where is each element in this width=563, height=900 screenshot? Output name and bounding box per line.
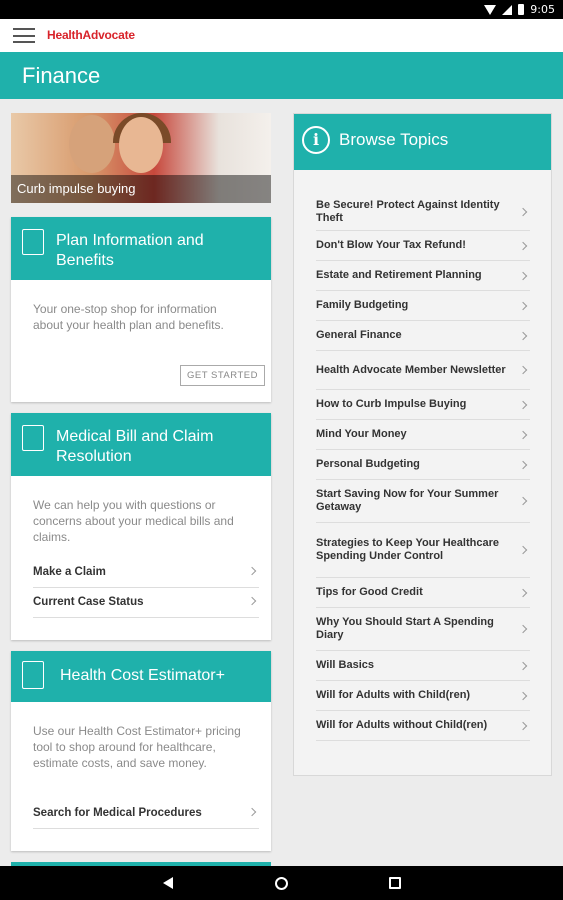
topic-item[interactable]: Will for Adults with Child(ren)	[316, 681, 530, 711]
cost-estimator-title: Health Cost Estimator+	[60, 667, 225, 684]
topic-list: Be Secure! Protect Against Identity Thef…	[316, 194, 530, 741]
chevron-right-icon	[518, 400, 528, 409]
topic-item[interactable]: Strategies to Keep Your Healthcare Spend…	[316, 523, 530, 578]
cost-estimator-card-header[interactable]: Health Cost Estimator+	[11, 651, 271, 702]
info-icon: i	[302, 126, 330, 154]
hero-image-person	[119, 117, 163, 173]
topic-item[interactable]: Estate and Retirement Planning	[316, 261, 530, 291]
current-case-status-label: Current Case Status	[33, 596, 144, 608]
topic-label: Don't Blow Your Tax Refund!	[316, 239, 466, 251]
system-nav-bar	[0, 866, 563, 900]
chevron-right-icon	[518, 661, 528, 670]
make-claim-link[interactable]: Make a Claim	[33, 558, 259, 588]
chevron-right-icon	[518, 331, 528, 340]
chevron-right-icon	[518, 430, 528, 439]
chevron-right-icon	[518, 207, 528, 217]
document-icon	[22, 229, 44, 255]
page-title: Finance	[22, 63, 101, 88]
topic-label: Why You Should Start A Spending Diary	[316, 616, 494, 641]
topic-label: Tips for Good Credit	[316, 586, 423, 598]
menu-icon[interactable]	[13, 28, 35, 43]
chevron-right-icon	[518, 624, 528, 634]
search-procedures-label: Search for Medical Procedures	[33, 807, 202, 819]
chevron-right-icon	[247, 807, 257, 817]
hero-caption: Curb impulse buying	[11, 175, 271, 203]
topic-item[interactable]: Start Saving Now for Your Summer Getaway	[316, 480, 530, 523]
topic-label: Strategies to Keep Your Healthcare Spend…	[316, 537, 499, 562]
current-case-status-link[interactable]: Current Case Status	[33, 588, 259, 618]
status-time: 9:05	[530, 3, 555, 16]
medical-bill-card: Medical Bill and Claim Resolution We can…	[11, 413, 271, 640]
medical-bill-title: Medical Bill and Claim Resolution	[56, 428, 214, 465]
topic-label: Start Saving Now for Your Summer Getaway	[316, 488, 499, 513]
topic-label: Mind Your Money	[316, 428, 407, 440]
battery-icon	[518, 4, 525, 15]
bill-icon	[22, 425, 44, 451]
browse-topics-header: i Browse Topics	[294, 114, 551, 170]
topic-item[interactable]: Health Advocate Member Newsletter	[316, 351, 530, 390]
plan-info-card: Plan Information and Benefits Your one-s…	[11, 217, 271, 402]
topic-item[interactable]: Will Basics	[316, 651, 530, 681]
topic-item[interactable]: Will for Adults without Child(ren)	[316, 711, 530, 741]
plan-info-card-header[interactable]: Plan Information and Benefits	[11, 217, 271, 280]
cost-estimator-description: Use our Health Cost Estimator+ pricing t…	[33, 724, 241, 770]
page-header: Finance	[0, 52, 563, 99]
topic-item[interactable]: Mind Your Money	[316, 420, 530, 450]
chevron-right-icon	[247, 596, 257, 606]
chevron-right-icon	[518, 545, 528, 555]
topic-label: Estate and Retirement Planning	[316, 269, 482, 281]
medical-bill-description: We can help you with questions or concer…	[33, 498, 234, 544]
chevron-right-icon	[518, 460, 528, 469]
topic-label: Family Budgeting	[316, 299, 409, 311]
browse-topics-panel: i Browse Topics Be Secure! Protect Again…	[293, 113, 552, 776]
topic-label: Will for Adults with Child(ren)	[316, 689, 471, 701]
wifi-icon	[484, 4, 497, 15]
topic-item[interactable]: Tips for Good Credit	[316, 578, 530, 608]
topic-item[interactable]: Personal Budgeting	[316, 450, 530, 480]
hero-banner[interactable]: Curb impulse buying	[11, 113, 271, 203]
topic-item[interactable]: Family Budgeting	[316, 291, 530, 321]
chevron-right-icon	[518, 496, 528, 506]
recent-apps-icon[interactable]	[389, 877, 401, 889]
hero-image-person	[69, 115, 115, 173]
status-icons: 9:05	[484, 3, 555, 16]
chevron-right-icon	[518, 365, 528, 375]
topic-label: Health Advocate Member Newsletter	[316, 363, 506, 376]
topic-item[interactable]: General Finance	[316, 321, 530, 351]
topic-label: How to Curb Impulse Buying	[316, 398, 467, 410]
topic-label: Will for Adults without Child(ren)	[316, 719, 488, 731]
make-claim-label: Make a Claim	[33, 566, 106, 578]
back-icon[interactable]	[163, 877, 173, 889]
topic-item[interactable]: Be Secure! Protect Against Identity Thef…	[316, 194, 530, 231]
app-bar: HealthAdvocate	[0, 19, 563, 52]
topic-item[interactable]: Why You Should Start A Spending Diary	[316, 608, 530, 651]
chevron-right-icon	[518, 241, 528, 250]
home-icon[interactable]	[275, 877, 288, 890]
chevron-right-icon	[518, 588, 528, 597]
calculator-icon	[22, 661, 44, 689]
chevron-right-icon	[247, 566, 257, 576]
topic-label: Be Secure! Protect Against Identity Thef…	[316, 199, 500, 224]
topic-item[interactable]: Don't Blow Your Tax Refund!	[316, 231, 530, 261]
medical-bill-card-header[interactable]: Medical Bill and Claim Resolution	[11, 413, 271, 476]
browse-topics-title: Browse Topics	[339, 130, 449, 149]
chevron-right-icon	[518, 691, 528, 700]
chevron-right-icon	[518, 721, 528, 730]
search-procedures-link[interactable]: Search for Medical Procedures	[33, 799, 259, 829]
app-logo[interactable]: HealthAdvocate	[47, 28, 135, 42]
plan-info-title: Plan Information and Benefits	[56, 232, 204, 269]
cost-estimator-card: Health Cost Estimator+ Use our Health Co…	[11, 651, 271, 851]
signal-icon	[502, 4, 513, 15]
topic-item[interactable]: How to Curb Impulse Buying	[316, 390, 530, 420]
get-started-button[interactable]: GET STARTED	[180, 365, 265, 386]
topic-label: General Finance	[316, 329, 402, 341]
topic-label: Will Basics	[316, 659, 374, 671]
status-bar: 9:05	[0, 0, 563, 19]
plan-info-description: Your one-stop shop for information about…	[33, 302, 224, 332]
chevron-right-icon	[518, 301, 528, 310]
topic-label: Personal Budgeting	[316, 458, 420, 470]
chevron-right-icon	[518, 271, 528, 280]
